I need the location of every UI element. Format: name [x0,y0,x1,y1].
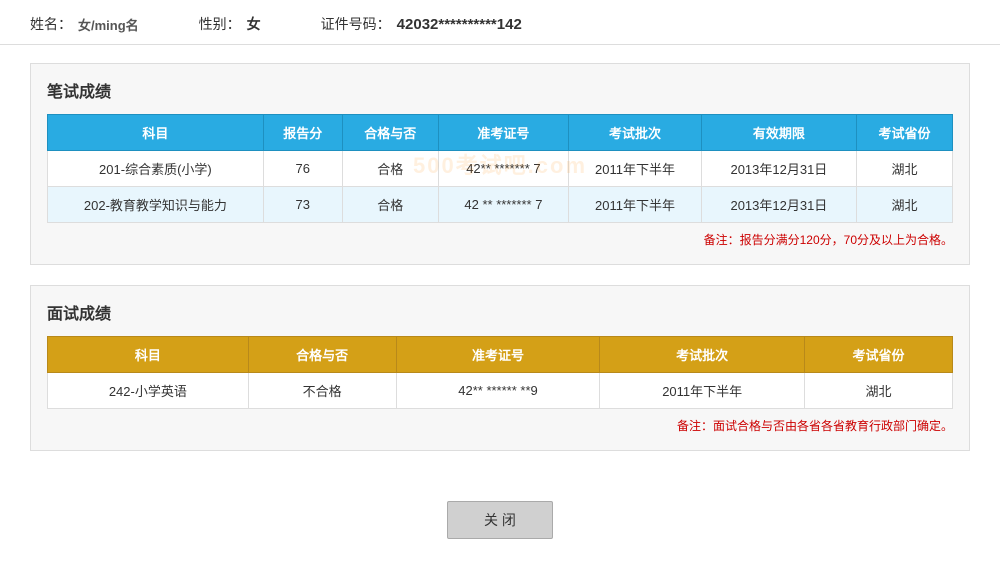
name-value: 女/ming名 [78,15,139,34]
close-button[interactable]: 关 闭 [447,501,553,539]
cell-batch: 2011年下半年 [569,187,702,223]
table-row: 242-小学英语 不合格 42** ****** **9 2011年下半年 湖北 [48,373,953,409]
name-field: 姓名： 女/ming名 [30,14,139,34]
col-examid: 准考证号 [438,115,568,151]
cell-examid: 42** ****** **9 [396,373,600,409]
cell-province: 湖北 [856,151,952,187]
col-pass: 合格与否 [248,337,396,373]
col-subject: 科目 [48,115,264,151]
col-subject: 科目 [48,337,249,373]
interview-title: 面试成绩 [47,300,953,324]
id-field: 证件号码： 42032**********142 [321,14,522,34]
cell-score: 73 [263,187,342,223]
cell-subject: 242-小学英语 [48,373,249,409]
col-valid: 有效期限 [701,115,856,151]
col-batch: 考试批次 [569,115,702,151]
written-table-header-row: 科目 报告分 合格与否 准考证号 考试批次 有效期限 考试省份 [48,115,953,151]
col-examid: 准考证号 [396,337,600,373]
cell-province: 湖北 [804,373,952,409]
table-row: 202-教育教学知识与能力 73 合格 42 ** ******* 7 2011… [48,187,953,223]
gender-value: 女 [247,14,261,34]
written-section: 500考试吧.com 笔试成绩 科目 报告分 合格与否 准考证号 考试批次 有效… [30,63,970,265]
written-title: 笔试成绩 [47,78,953,102]
cell-score: 76 [263,151,342,187]
cell-pass: 合格 [342,187,438,223]
cell-batch: 2011年下半年 [600,373,805,409]
gender-label: 性别： [199,14,241,34]
cell-province: 湖北 [856,187,952,223]
cell-pass: 合格 [342,151,438,187]
header-bar: 姓名： 女/ming名 性别： 女 证件号码： 42032**********1… [0,0,1000,45]
interview-table: 科目 合格与否 准考证号 考试批次 考试省份 242-小学英语 不合格 42**… [47,336,953,409]
cell-subject: 202-教育教学知识与能力 [48,187,264,223]
cell-pass: 不合格 [248,373,396,409]
id-label: 证件号码： [321,14,391,34]
written-note: 备注：报告分满分120分，70分及以上为合格。 [47,231,953,248]
interview-section: 面试成绩 科目 合格与否 准考证号 考试批次 考试省份 242-小学英语 不合格 [30,285,970,451]
col-batch: 考试批次 [600,337,805,373]
cell-valid: 2013年12月31日 [701,151,856,187]
cell-subject: 201-综合素质(小学) [48,151,264,187]
col-pass: 合格与否 [342,115,438,151]
col-province: 考试省份 [856,115,952,151]
col-province: 考试省份 [804,337,952,373]
main-content: 500考试吧.com 笔试成绩 科目 报告分 合格与否 准考证号 考试批次 有效… [0,45,1000,491]
name-label: 姓名： [30,14,72,34]
written-table: 科目 报告分 合格与否 准考证号 考试批次 有效期限 考试省份 201-综合素质… [47,114,953,223]
table-row: 201-综合素质(小学) 76 合格 42** ******* 7 2011年下… [48,151,953,187]
cell-batch: 2011年下半年 [569,151,702,187]
col-score: 报告分 [263,115,342,151]
interview-note: 备注：面试合格与否由各省各省教育行政部门确定。 [47,417,953,434]
footer: 关 闭 [0,491,1000,559]
cell-valid: 2013年12月31日 [701,187,856,223]
interview-table-header-row: 科目 合格与否 准考证号 考试批次 考试省份 [48,337,953,373]
gender-field: 性别： 女 [199,14,261,34]
id-value: 42032**********142 [397,16,522,33]
page-wrapper: 姓名： 女/ming名 性别： 女 证件号码： 42032**********1… [0,0,1000,570]
cell-examid: 42 ** ******* 7 [438,187,568,223]
cell-examid: 42** ******* 7 [438,151,568,187]
